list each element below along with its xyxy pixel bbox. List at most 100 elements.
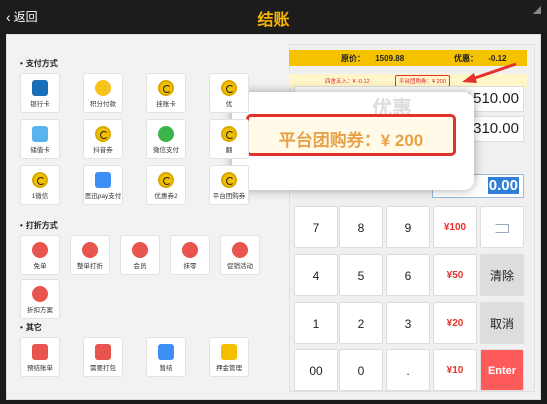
discount-method-label: 抹零: [183, 263, 197, 270]
keypad-key[interactable]: .: [386, 349, 430, 391]
keypad-key[interactable]: 2: [339, 302, 383, 344]
payment-method-tile[interactable]: 优: [209, 73, 249, 113]
free-icon: [32, 242, 48, 258]
section-discount: 打折方式: [20, 220, 58, 231]
backspace-key[interactable]: [480, 206, 524, 248]
coin-icon: [158, 80, 174, 96]
bill-icon: [32, 344, 48, 360]
payment-method-tile[interactable]: 微信支付: [146, 119, 186, 159]
other-method-label: 需要打包: [90, 365, 116, 372]
pause-icon: [158, 344, 174, 360]
payment-method-tile[interactable]: 思迅pay支付: [83, 165, 123, 205]
keypad-key[interactable]: ¥100: [433, 206, 477, 248]
other-method-tile[interactable]: 押金管理: [209, 337, 249, 377]
discount-method-tile[interactable]: 整单打折: [70, 235, 110, 275]
tag-icon: [32, 286, 48, 302]
payment-method-label: 储值卡: [30, 147, 50, 154]
keypad-key[interactable]: Enter: [480, 349, 524, 391]
payment-method-tile[interactable]: 1微信: [20, 165, 60, 205]
page-title: 结账: [257, 12, 290, 29]
payment-method-tile[interactable]: 积分付款: [83, 73, 123, 113]
other-method-tile[interactable]: 预结账单: [20, 337, 60, 377]
discount-method-label: 免单: [33, 263, 47, 270]
erase-icon: [182, 242, 198, 258]
payment-method-label: 翻: [225, 147, 233, 154]
keypad-key[interactable]: 00: [294, 349, 338, 391]
payment-method-label: 平台团购券: [212, 193, 246, 200]
keypad-key[interactable]: 4: [294, 254, 338, 296]
card-icon: [32, 126, 48, 142]
other-method-tile[interactable]: 需要打包: [83, 337, 123, 377]
original-value: 1509.88: [375, 54, 405, 63]
keypad-key[interactable]: 0: [339, 349, 383, 391]
payment-method-label: 抖音券: [93, 147, 113, 154]
other-method-tile[interactable]: 暂结: [146, 337, 186, 377]
discount-method-label: 会员: [133, 263, 147, 270]
coupon-zoom-popup: 优惠 平台团购券：¥ 200: [232, 92, 474, 190]
keypad-key[interactable]: 6: [386, 254, 430, 296]
popup-highlight: 平台团购券：¥ 200: [246, 114, 456, 156]
payment-method-label: 优惠券2: [154, 193, 178, 200]
payment-method-tile[interactable]: 银行卡: [20, 73, 60, 113]
bag-icon: [95, 344, 111, 360]
payment-method-tile[interactable]: 翻: [209, 119, 249, 159]
section-other: 其它: [20, 322, 42, 333]
backspace-icon: [495, 224, 509, 234]
keypad-key[interactable]: 3: [386, 302, 430, 344]
coin-icon: [32, 172, 48, 188]
keypad-key[interactable]: ¥50: [433, 254, 477, 296]
discount-method-tile[interactable]: 折扣方案: [20, 279, 60, 319]
discount-method-tile[interactable]: 促销活动: [220, 235, 260, 275]
wechat-icon: [158, 126, 174, 142]
payment-method-tile[interactable]: 储值卡: [20, 119, 60, 159]
payment-method-tile[interactable]: 抖音券: [83, 119, 123, 159]
discount-method-tile[interactable]: 抹零: [170, 235, 210, 275]
coin-icon: [221, 172, 237, 188]
keypad-key[interactable]: 9: [386, 206, 430, 248]
discount-method-tile[interactable]: 免单: [20, 235, 60, 275]
payment-method-label: 微信支付: [153, 147, 179, 154]
payment-method-label: 挂账卡: [156, 101, 176, 108]
coin-icon: [221, 126, 237, 142]
popup-highlight-text: 平台团购券：¥ 200: [278, 131, 424, 150]
pay-icon: [95, 172, 111, 188]
payment-method-tile[interactable]: 平台团购券: [209, 165, 249, 205]
discount-method-label: 促销活动: [227, 263, 253, 270]
keypad-key[interactable]: ¥10: [433, 349, 477, 391]
payment-method-label: 优: [225, 101, 233, 108]
member-icon: [132, 242, 148, 258]
other-method-label: 押金管理: [216, 365, 242, 372]
resize-corner-icon[interactable]: [531, 4, 543, 16]
coin-icon: [95, 126, 111, 142]
title-bar: ‹ 返回 结账: [0, 0, 547, 32]
other-method-label: 预结账单: [27, 365, 53, 372]
coin-icon: [221, 80, 237, 96]
payment-method-tile[interactable]: 挂账卡: [146, 73, 186, 113]
coin-icon: [158, 172, 174, 188]
other-method-label: 暂结: [159, 365, 173, 372]
payment-method-label: 积分付款: [90, 101, 116, 108]
original-label: 原价：: [341, 54, 365, 63]
keypad-key[interactable]: 7: [294, 206, 338, 248]
discount-method-tile[interactable]: 会员: [120, 235, 160, 275]
star-icon: [95, 80, 111, 96]
payment-method-label: 1微信: [31, 193, 49, 200]
keypad-key[interactable]: 取消: [480, 302, 524, 344]
payment-method-tile[interactable]: 优惠券2: [146, 165, 186, 205]
arrow-annotation-icon: [462, 62, 517, 83]
keypad-key[interactable]: 8: [339, 206, 383, 248]
unionpay-icon: [32, 80, 48, 96]
payment-method-label: 银行卡: [30, 101, 50, 108]
percent-icon: [82, 242, 98, 258]
deposit-icon: [221, 344, 237, 360]
discount-method-label: 整单打折: [77, 263, 103, 270]
rounding-chip[interactable]: 四舍五入：¥ -0.12: [325, 77, 370, 85]
keypad-key[interactable]: 5: [339, 254, 383, 296]
amount-input-value: 0.00: [487, 177, 519, 194]
discount-method-label: 折扣方案: [27, 307, 53, 314]
keypad-key[interactable]: 清除: [480, 254, 524, 296]
keypad-key[interactable]: ¥20: [433, 302, 477, 344]
promo-icon: [232, 242, 248, 258]
section-payment: 支付方式: [20, 58, 58, 69]
keypad-key[interactable]: 1: [294, 302, 338, 344]
